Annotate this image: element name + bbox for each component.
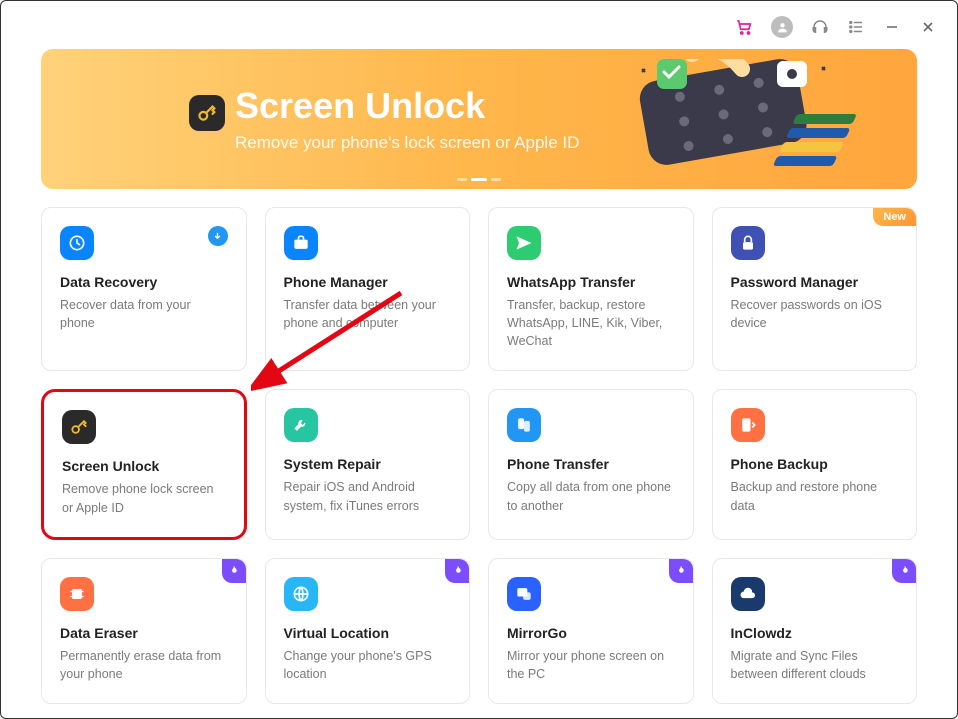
card-whatsapp-transfer[interactable]: WhatsApp Transfer Transfer, backup, rest… <box>488 207 694 371</box>
card-data-eraser[interactable]: Data Eraser Permanently erase data from … <box>41 558 247 704</box>
hot-badge-icon <box>445 559 469 583</box>
hot-badge-icon <box>669 559 693 583</box>
mirror-icon <box>507 577 541 611</box>
hot-badge-icon <box>222 559 246 583</box>
card-inclowdz[interactable]: InClowdz Migrate and Sync Files between … <box>712 558 918 704</box>
card-title: InClowdz <box>731 625 899 641</box>
send-icon <box>507 226 541 260</box>
menu-list-icon[interactable] <box>847 18 865 36</box>
card-system-repair[interactable]: System Repair Repair iOS and Android sys… <box>265 389 471 539</box>
card-title: MirrorGo <box>507 625 675 641</box>
banner-pagination[interactable] <box>457 178 501 181</box>
backup-icon <box>731 408 765 442</box>
hero-banner[interactable]: Screen Unlock Remove your phone's lock s… <box>41 49 917 189</box>
headset-icon[interactable] <box>811 18 829 36</box>
card-desc: Transfer data between your phone and com… <box>284 296 452 332</box>
card-phone-manager[interactable]: Phone Manager Transfer data between your… <box>265 207 471 371</box>
new-badge: New <box>873 208 916 226</box>
globe-icon <box>284 577 318 611</box>
banner-key-icon <box>189 95 225 131</box>
card-mirrorgo[interactable]: MirrorGo Mirror your phone screen on the… <box>488 558 694 704</box>
card-title: Data Recovery <box>60 274 228 290</box>
cart-icon[interactable] <box>735 18 753 36</box>
card-phone-backup[interactable]: Phone Backup Backup and restore phone da… <box>712 389 918 539</box>
app-window: Screen Unlock Remove your phone's lock s… <box>0 0 958 719</box>
card-password-manager[interactable]: New Password Manager Recover passwords o… <box>712 207 918 371</box>
card-desc: Migrate and Sync Files between different… <box>731 647 899 683</box>
banner-title: Screen Unlock <box>235 85 579 126</box>
card-screen-unlock[interactable]: Screen Unlock Remove phone lock screen o… <box>41 389 247 539</box>
card-title: WhatsApp Transfer <box>507 274 675 290</box>
card-desc: Mirror your phone screen on the PC <box>507 647 675 683</box>
close-button[interactable] <box>919 18 937 36</box>
download-badge-icon <box>208 226 228 246</box>
card-title: Virtual Location <box>284 625 452 641</box>
key-icon <box>62 410 96 444</box>
card-title: System Repair <box>284 456 452 472</box>
minimize-button[interactable] <box>883 18 901 36</box>
card-desc: Change your phone's GPS location <box>284 647 452 683</box>
user-icon[interactable] <box>771 16 793 38</box>
titlebar <box>1 1 957 49</box>
card-title: Phone Transfer <box>507 456 675 472</box>
card-title: Data Eraser <box>60 625 228 641</box>
card-desc: Backup and restore phone data <box>731 478 899 514</box>
card-title: Password Manager <box>731 274 899 290</box>
cloud-sync-icon <box>731 577 765 611</box>
briefcase-icon <box>284 226 318 260</box>
phone-transfer-icon <box>507 408 541 442</box>
card-title: Phone Backup <box>731 456 899 472</box>
chip-icon <box>60 577 94 611</box>
card-desc: Recover passwords on iOS device <box>731 296 899 332</box>
card-phone-transfer[interactable]: Phone Transfer Copy all data from one ph… <box>488 389 694 539</box>
wrench-icon <box>284 408 318 442</box>
card-data-recovery[interactable]: Data Recovery Recover data from your pho… <box>41 207 247 371</box>
card-desc: Recover data from your phone <box>60 296 228 332</box>
card-desc: Copy all data from one phone to another <box>507 478 675 514</box>
banner-illustration <box>627 59 877 179</box>
card-title: Phone Manager <box>284 274 452 290</box>
card-virtual-location[interactable]: Virtual Location Change your phone's GPS… <box>265 558 471 704</box>
lock-icon <box>731 226 765 260</box>
clock-recovery-icon <box>60 226 94 260</box>
card-desc: Transfer, backup, restore WhatsApp, LINE… <box>507 296 675 350</box>
feature-grid: Data Recovery Recover data from your pho… <box>1 207 957 719</box>
card-title: Screen Unlock <box>62 458 226 474</box>
card-desc: Permanently erase data from your phone <box>60 647 228 683</box>
card-desc: Remove phone lock screen or Apple ID <box>62 480 226 516</box>
banner-subtitle: Remove your phone's lock screen or Apple… <box>235 133 579 153</box>
hot-badge-icon <box>892 559 916 583</box>
card-desc: Repair iOS and Android system, fix iTune… <box>284 478 452 514</box>
